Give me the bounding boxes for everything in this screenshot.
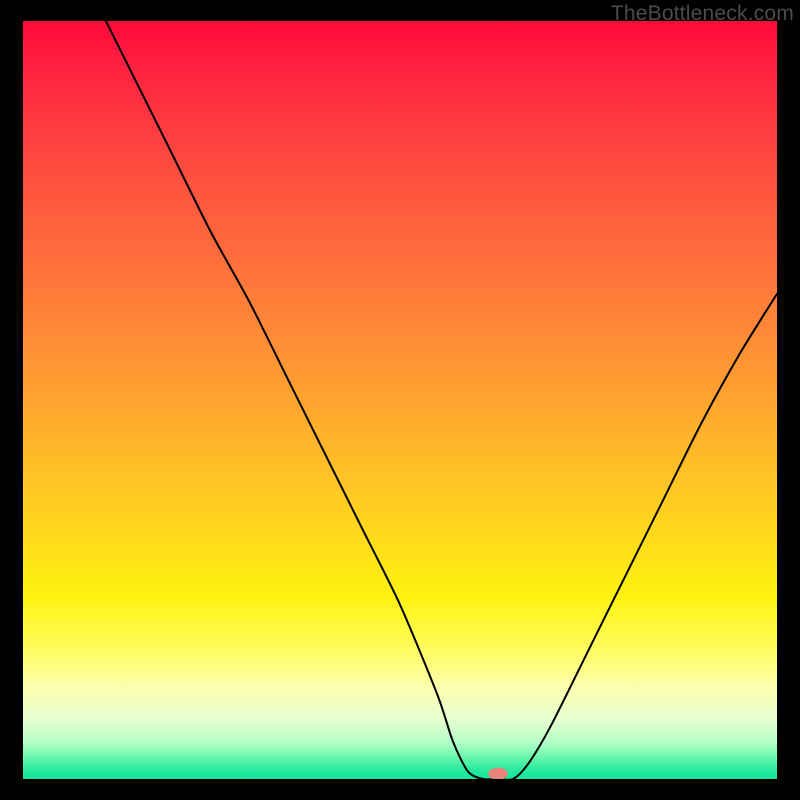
chart-svg <box>23 21 777 779</box>
bottleneck-curve <box>106 21 777 779</box>
chart-frame: TheBottleneck.com <box>0 0 800 800</box>
optimal-marker <box>488 768 508 779</box>
watermark-label: TheBottleneck.com <box>611 2 794 26</box>
plot-area <box>23 21 777 779</box>
